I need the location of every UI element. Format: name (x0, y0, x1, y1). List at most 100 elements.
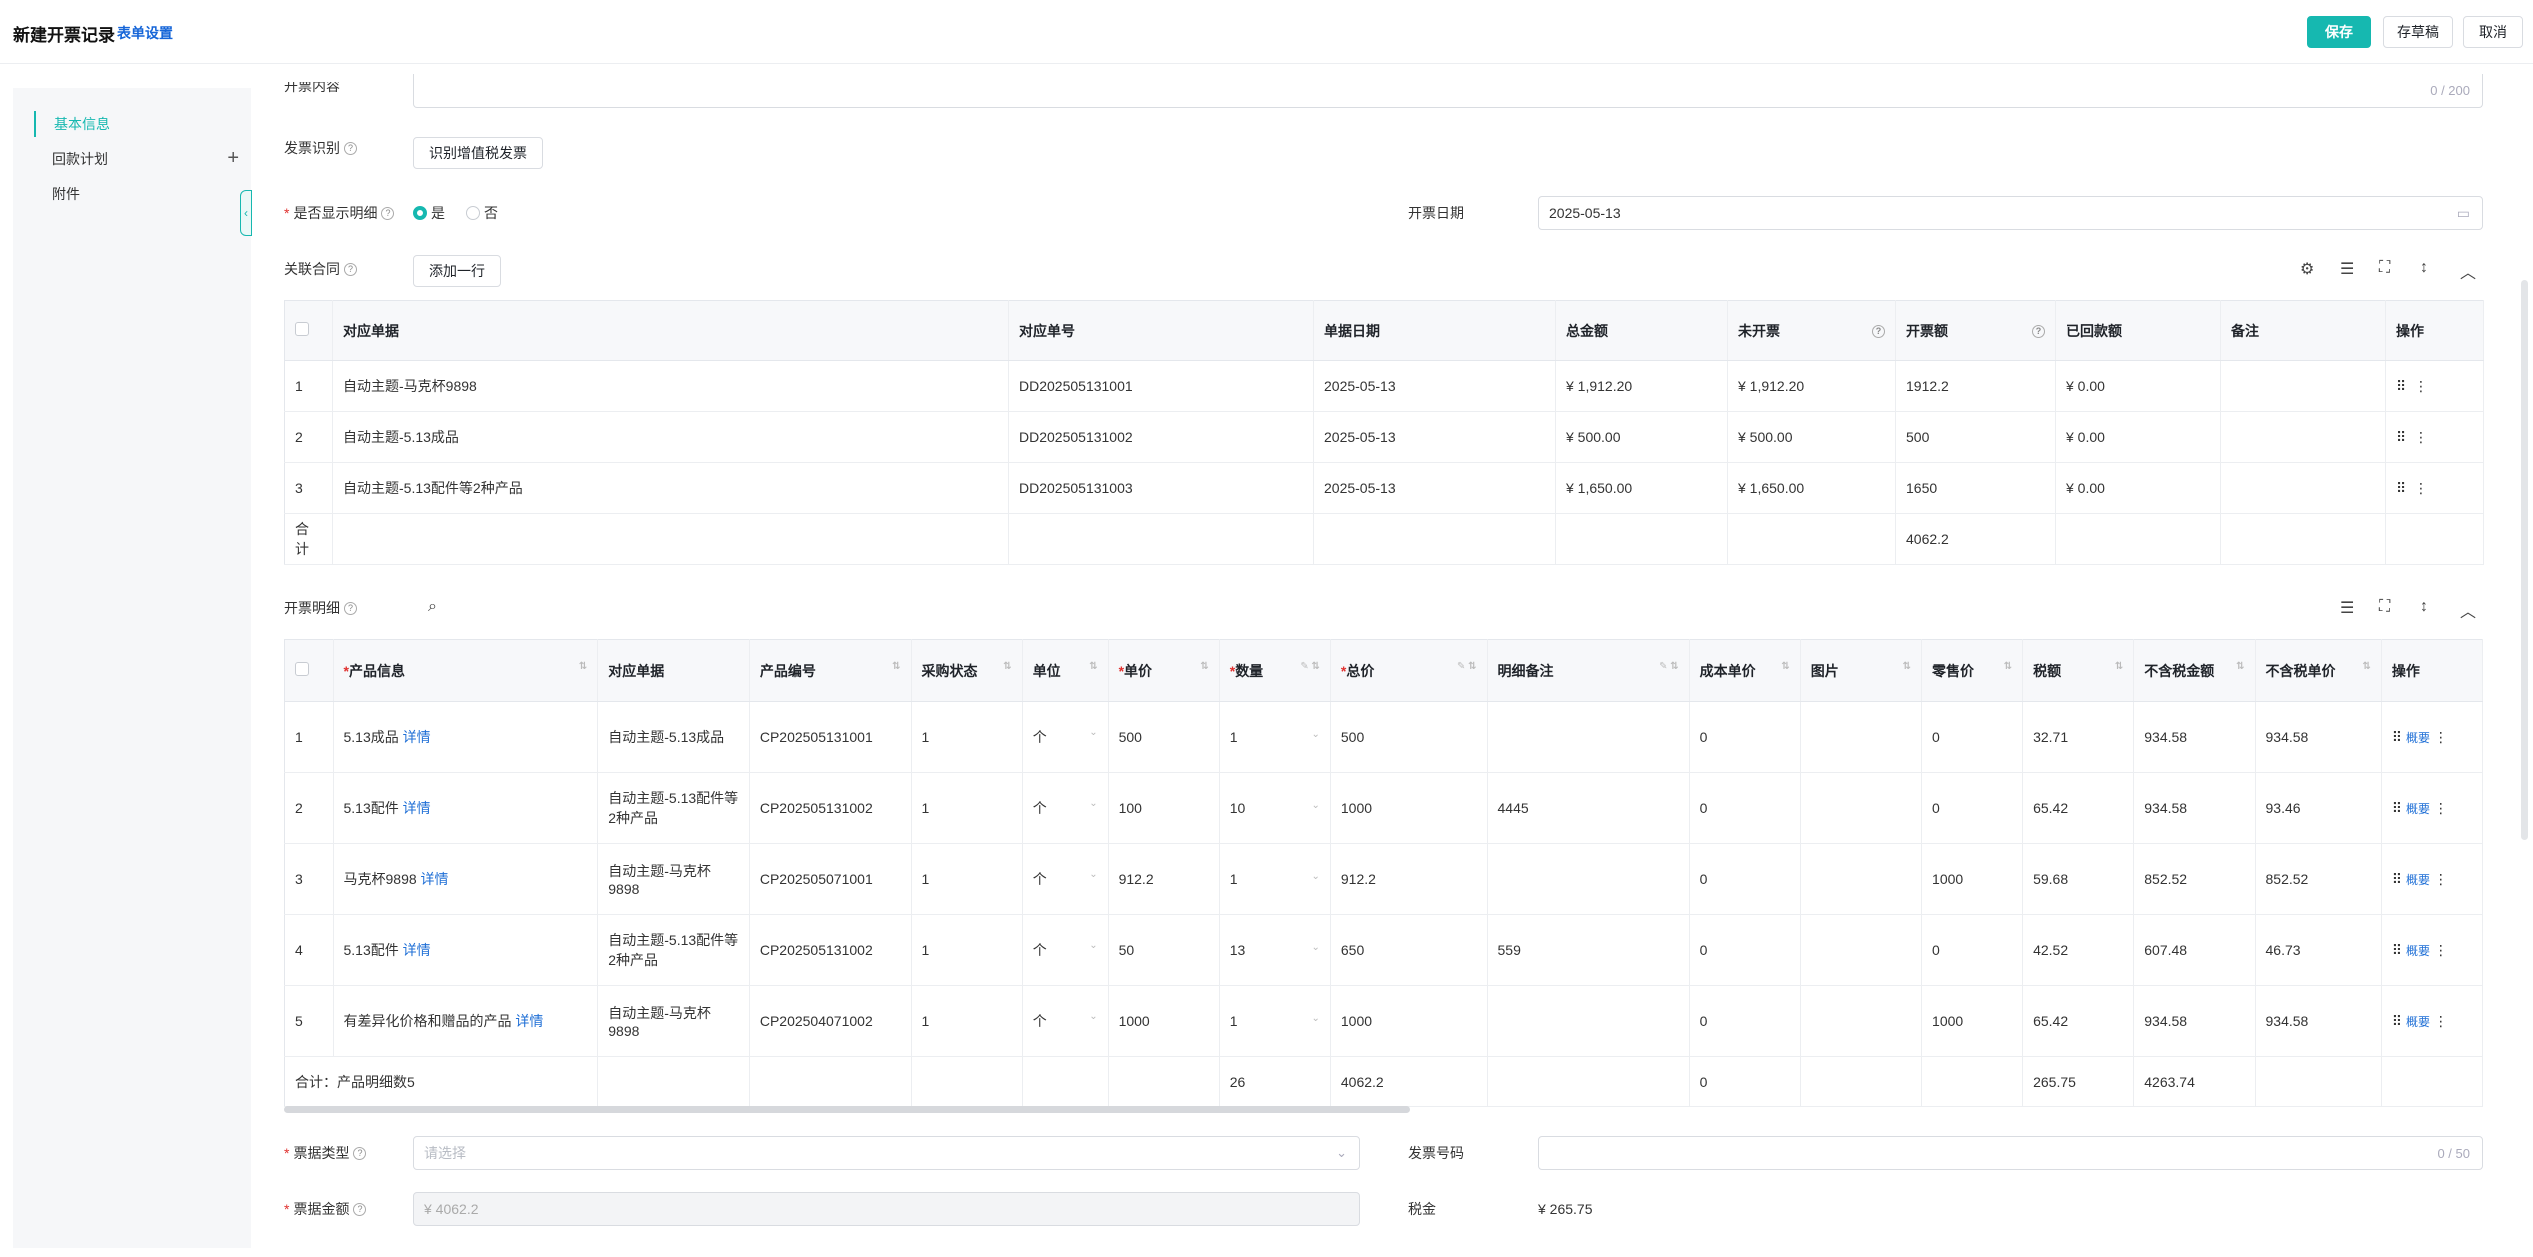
save-button[interactable]: 保存 (2307, 16, 2371, 48)
row-actions[interactable]: ⠿ 概要 ⋮ (2381, 701, 2484, 773)
invoice-date-input[interactable]: 2025-05-13 ▭ (1538, 196, 2483, 230)
qty-select[interactable]: 1 ⌄ (1219, 701, 1331, 773)
sidebar-item-basic-info[interactable]: 基本信息 (34, 111, 239, 137)
column-header: 备注 (2220, 300, 2386, 361)
select-all-checkbox[interactable] (284, 639, 334, 702)
column-header[interactable]: *产品信息 ⇅ (333, 639, 599, 702)
summary-link: 概要 (2405, 872, 2430, 887)
invoice-no-input[interactable]: 0 / 50 (1538, 1136, 2483, 1170)
help-icon: ? (2032, 324, 2045, 338)
collapse-up-icon[interactable]: ︿ (2460, 259, 2476, 283)
column-header[interactable]: *单价 ⇅ (1108, 639, 1220, 702)
row-height-icon[interactable]: ↕ (2420, 259, 2428, 277)
qty-select[interactable]: 13 ⌄ (1219, 914, 1331, 986)
fullscreen-icon[interactable]: ⛶ (2379, 259, 2390, 277)
column-header: 操作 (2385, 300, 2484, 361)
vertical-scrollbar[interactable] (2521, 280, 2528, 840)
qty-select[interactable]: 1 ⌄ (1219, 843, 1331, 915)
add-row-button[interactable]: 添加一行 (413, 255, 501, 287)
detail-link[interactable]: 详情 (421, 871, 449, 887)
collapse-sidebar-icon[interactable]: ‹ (240, 190, 252, 236)
tax-value: ¥ 265.75 (1538, 1201, 1593, 1217)
qty-select[interactable]: 10 ⌄ (1219, 772, 1331, 844)
column-header[interactable]: 税额 ⇅ (2022, 639, 2135, 702)
radio-unchecked-icon (466, 206, 480, 220)
row-actions[interactable]: ⠿ 概要 ⋮ (2381, 843, 2484, 915)
summary-link: 概要 (2405, 730, 2430, 745)
more-icon: ⋮ (2433, 728, 2448, 745)
content-textarea[interactable]: 0 / 200 (413, 74, 2483, 108)
drag-handle-icon: ⠿ (2391, 941, 2403, 958)
row-actions[interactable]: ⠿ 概要 ⋮ (2381, 985, 2484, 1057)
invoice-date-label: 开票日期 (1408, 205, 1464, 221)
row-actions[interactable]: ⠿ 概要 ⋮ (2381, 772, 2484, 844)
unit-select[interactable]: 个 ⌄ (1022, 914, 1109, 986)
unit-select[interactable]: 个 ⌄ (1022, 772, 1109, 844)
recognize-vat-invoice-button[interactable]: 识别增值税发票 (413, 137, 543, 169)
show-detail-no-radio[interactable]: 否 (466, 203, 498, 223)
column-header: 未开票? (1727, 300, 1896, 361)
ticket-amount-input: ¥ 4062.2 (413, 1192, 1360, 1226)
column-header[interactable]: 明细备注 ✎ ⇅ (1487, 639, 1690, 702)
show-detail-yes-radio[interactable]: 是 (413, 203, 445, 223)
row-actions[interactable]: ⠿ ⋮ (2385, 462, 2484, 514)
column-header[interactable]: *数量 ✎ ⇅ (1219, 639, 1331, 702)
sidebar-item-payment-plan[interactable]: 回款计划 + (34, 146, 239, 172)
select-all-checkbox[interactable] (284, 300, 333, 361)
save-draft-button[interactable]: 存草稿 (2383, 16, 2453, 48)
ticket-amount-label: * 票据金额? (284, 1199, 367, 1219)
drag-handle-icon: ⠿ (2391, 870, 2403, 887)
table-row: 4 5.13配件 详情 自动主题-5.13配件等2种产品 CP202505131… (284, 914, 2484, 986)
column-header[interactable]: 采购状态 ⇅ (911, 639, 1023, 702)
collapse-up-icon[interactable]: ︿ (2460, 598, 2476, 622)
help-icon: ? (353, 1146, 367, 1160)
detail-link[interactable]: 详情 (403, 942, 431, 958)
more-icon: ⋮ (2414, 377, 2429, 394)
summary-link: 概要 (2405, 943, 2430, 958)
help-icon: ? (344, 262, 357, 276)
horizontal-scrollbar[interactable] (284, 1106, 1410, 1113)
column-header[interactable]: 不含税金额 ⇅ (2133, 639, 2256, 702)
sidebar-item-attachments[interactable]: 附件 (34, 181, 239, 207)
search-icon[interactable]: ⌕ (428, 598, 437, 616)
table-row: 3 自动主题-5.13配件等2种产品 DD202505131003 2025-05-… (284, 462, 2484, 514)
drag-handle-icon: ⠿ (2391, 1012, 2403, 1029)
sidebar-item-label: 基本信息 (54, 116, 110, 132)
row-actions[interactable]: ⠿ ⋮ (2385, 411, 2484, 463)
more-icon: ⋮ (2414, 428, 2429, 445)
qty-select[interactable]: 1 ⌄ (1219, 985, 1331, 1057)
unit-select[interactable]: 个 ⌄ (1022, 701, 1109, 773)
column-header[interactable]: *总价 ✎ ⇅ (1330, 639, 1488, 702)
column-header: 对应单据 (597, 639, 750, 702)
ticket-type-select[interactable]: 请选择 ⌄ (413, 1136, 1360, 1170)
column-header[interactable]: 不含税单价 ⇅ (2255, 639, 2382, 702)
detail-link[interactable]: 详情 (403, 729, 431, 745)
column-settings-icon[interactable]: ☰ (2340, 259, 2354, 279)
invoice-recog-label: 发票识别? (284, 138, 357, 158)
column-header[interactable]: 零售价 ⇅ (1921, 639, 2024, 702)
form-settings-link[interactable]: 表单设置 (117, 23, 173, 43)
detail-link[interactable]: 详情 (515, 1013, 543, 1029)
column-header[interactable]: 图片 ⇅ (1800, 639, 1923, 702)
column-header[interactable]: 产品编号 ⇅ (749, 639, 912, 702)
more-icon: ⋮ (2433, 799, 2448, 816)
row-height-icon[interactable]: ↕ (2420, 598, 2428, 616)
column-header[interactable]: 单位 ⇅ (1022, 639, 1109, 702)
summary-link: 概要 (2405, 801, 2430, 816)
contract-label: 关联合同? (284, 259, 357, 279)
row-actions[interactable]: ⠿ ⋮ (2385, 360, 2484, 412)
ticket-type-label: * 票据类型? (284, 1143, 367, 1163)
calendar-icon: ▭ (2456, 204, 2470, 221)
detail-link[interactable]: 详情 (403, 800, 431, 816)
column-settings-icon[interactable]: ☰ (2340, 598, 2354, 618)
unit-select[interactable]: 个 ⌄ (1022, 985, 1109, 1057)
unit-select[interactable]: 个 ⌄ (1022, 843, 1109, 915)
row-actions[interactable]: ⠿ 概要 ⋮ (2381, 914, 2484, 986)
cancel-button[interactable]: 取消 (2463, 16, 2523, 48)
column-header[interactable]: 成本单价 ⇅ (1689, 639, 1801, 702)
page-title: 新建开票记录 (13, 26, 115, 45)
detail-label: 开票明细? (284, 598, 357, 618)
plus-icon[interactable]: + (227, 148, 239, 168)
settings-icon[interactable]: ⚙ (2300, 259, 2314, 279)
fullscreen-icon[interactable]: ⛶ (2379, 598, 2390, 616)
